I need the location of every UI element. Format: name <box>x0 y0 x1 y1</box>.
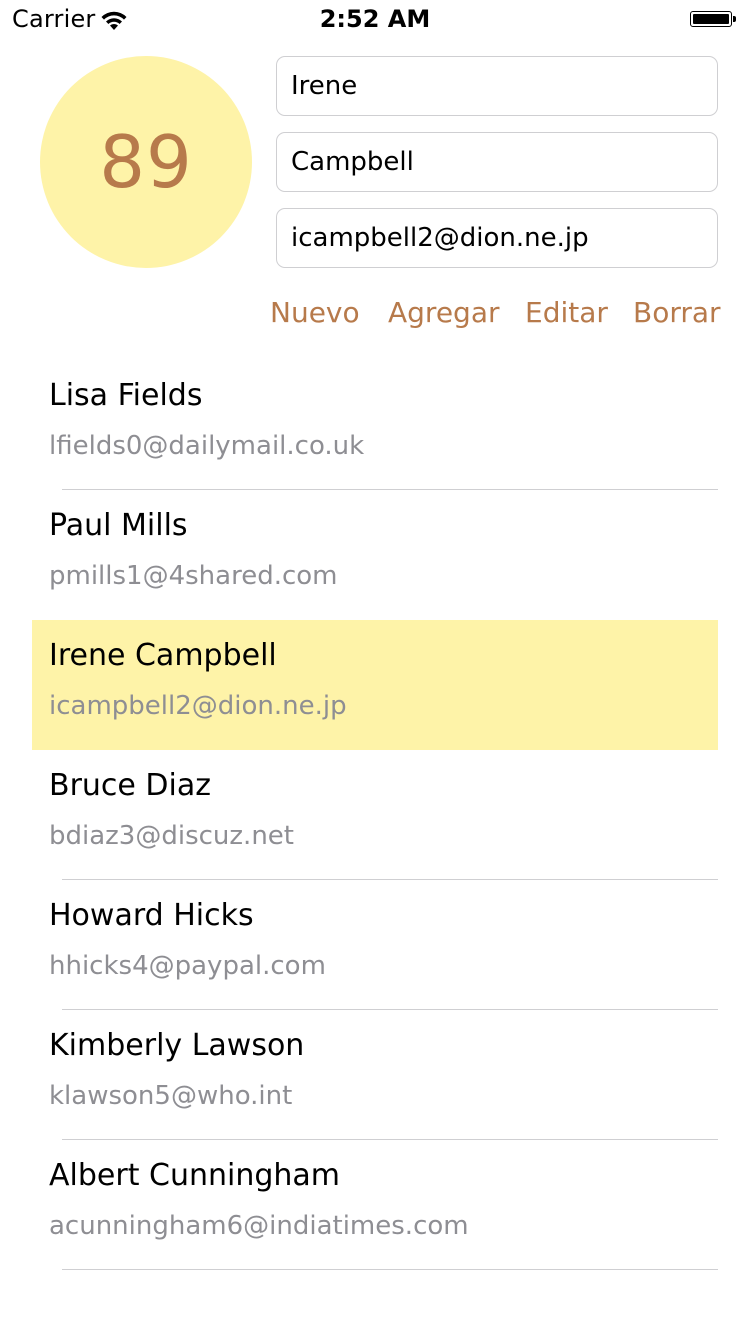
last-name-field[interactable] <box>276 132 718 192</box>
contact-name: Lisa Fields <box>49 378 203 413</box>
edit-button[interactable]: Editar <box>525 296 608 329</box>
avatar-number: 89 <box>99 120 193 204</box>
contact-name: Paul Mills <box>49 508 188 543</box>
contact-email: acunningham6@indiatimes.com <box>49 1211 469 1241</box>
list-item[interactable]: Kimberly Lawson klawson5@who.int <box>32 1010 718 1140</box>
add-button[interactable]: Agregar <box>388 296 500 329</box>
contact-name: Irene Campbell <box>49 638 277 673</box>
contact-email: bdiaz3@discuz.net <box>49 821 294 851</box>
battery-icon <box>690 11 738 29</box>
status-time: 2:52 AM <box>319 5 431 33</box>
list-item[interactable] <box>32 1270 718 1295</box>
contact-email: pmills1@4shared.com <box>49 561 338 591</box>
new-button[interactable]: Nuevo <box>270 296 360 329</box>
contact-name: Albert Cunningham <box>49 1158 340 1193</box>
contact-email: lfields0@dailymail.co.uk <box>49 431 365 461</box>
contact-name: Howard Hicks <box>49 898 254 933</box>
list-item[interactable]: Lisa Fields lfields0@dailymail.co.uk <box>32 360 718 490</box>
avatar: 89 <box>40 56 252 268</box>
contact-name: Kimberly Lawson <box>49 1028 305 1063</box>
contact-list[interactable]: Lisa Fields lfields0@dailymail.co.uk Paul … <box>32 360 718 1295</box>
action-bar: Nuevo Agregar Editar Borrar <box>0 292 750 340</box>
contact-email: icampbell2@dion.ne.jp <box>49 691 347 721</box>
battery-fill <box>693 14 729 24</box>
list-item[interactable]: Bruce Diaz bdiaz3@discuz.net <box>32 750 718 880</box>
email-field[interactable] <box>276 208 718 268</box>
list-item[interactable]: Howard Hicks hhicks4@paypal.com <box>32 880 718 1010</box>
contact-name: Bruce Diaz <box>49 768 211 803</box>
contact-email: klawson5@who.int <box>49 1081 293 1111</box>
list-item[interactable]: Irene Campbell icampbell2@dion.ne.jp <box>32 620 718 750</box>
list-item[interactable]: Albert Cunningham acunningham6@indiatimes… <box>32 1140 718 1270</box>
first-name-field[interactable] <box>276 56 718 116</box>
status-bar: Carrier 2:52 AM <box>0 0 750 40</box>
contact-email: hhicks4@paypal.com <box>49 951 326 981</box>
list-item[interactable]: Paul Mills pmills1@4shared.com <box>32 490 718 620</box>
delete-button[interactable]: Borrar <box>633 296 721 329</box>
